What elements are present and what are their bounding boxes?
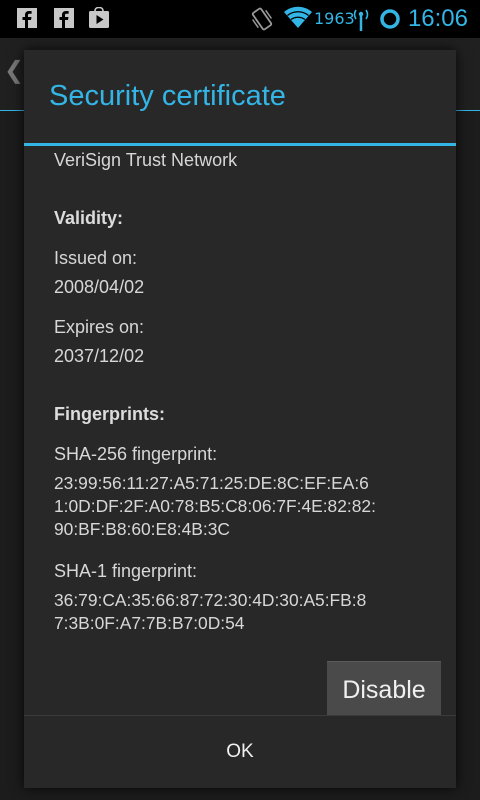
dialog-title: Security certificate [49, 80, 286, 112]
issued-on-label: Issued on: [54, 248, 138, 268]
sha1-line-2: 7:3B:0F:A7:7B:B7:0D:54 [54, 613, 245, 633]
dialog-title-bar: Security certificate [24, 50, 456, 146]
facebook-icon [54, 8, 74, 28]
fingerprints-heading: Fingerprints: [54, 404, 165, 424]
play-store-icon [89, 7, 109, 28]
wifi-icon [284, 6, 312, 28]
sha256-line-3: 90:BF:B8:60:E8:4B:3C [54, 519, 230, 539]
status-bar: 1963 16:06 [0, 0, 480, 38]
issuer-line: VeriSign Trust Network [54, 150, 238, 170]
sha1-line-1: 36:79:CA:35:66:87:72:30:4D:30:A5:FB:8 [54, 590, 367, 610]
back-chevron-icon: ❮ [4, 56, 25, 84]
facebook-icon [17, 8, 37, 28]
sha256-line-2: 1:0D:DF:2F:A0:78:B5:C8:06:7F:4E:82:82: [54, 496, 376, 516]
dialog-scroll-content[interactable]: VeriSign Trust Network Validity: Issued … [24, 146, 456, 714]
sha256-label: SHA-256 fingerprint: [54, 444, 218, 464]
sha1-label: SHA-1 fingerprint: [54, 561, 198, 581]
vibrate-icon [251, 7, 273, 31]
screen: 1963 16:06 ❮ Security certificate VeriSi… [0, 0, 480, 800]
issued-on-value: 2008/04/02 [54, 277, 145, 297]
sync-icon [380, 9, 400, 29]
data-icon [353, 9, 369, 31]
sha256-line-1: 23:99:56:11:27:A5:71:25:DE:8C:EF:EA:6 [54, 473, 369, 493]
signal-text: 1963 [314, 9, 355, 28]
disable-button[interactable]: Disable [327, 661, 441, 719]
validity-heading: Validity: [54, 208, 124, 228]
security-certificate-dialog: Security certificate VeriSign Trust Netw… [24, 50, 456, 788]
expires-on-value: 2037/12/02 [54, 346, 145, 366]
dialog-button-bar: OK [24, 715, 456, 788]
clock: 16:06 [407, 5, 468, 32]
ok-button[interactable]: OK [24, 716, 456, 788]
expires-on-label: Expires on: [54, 317, 145, 337]
